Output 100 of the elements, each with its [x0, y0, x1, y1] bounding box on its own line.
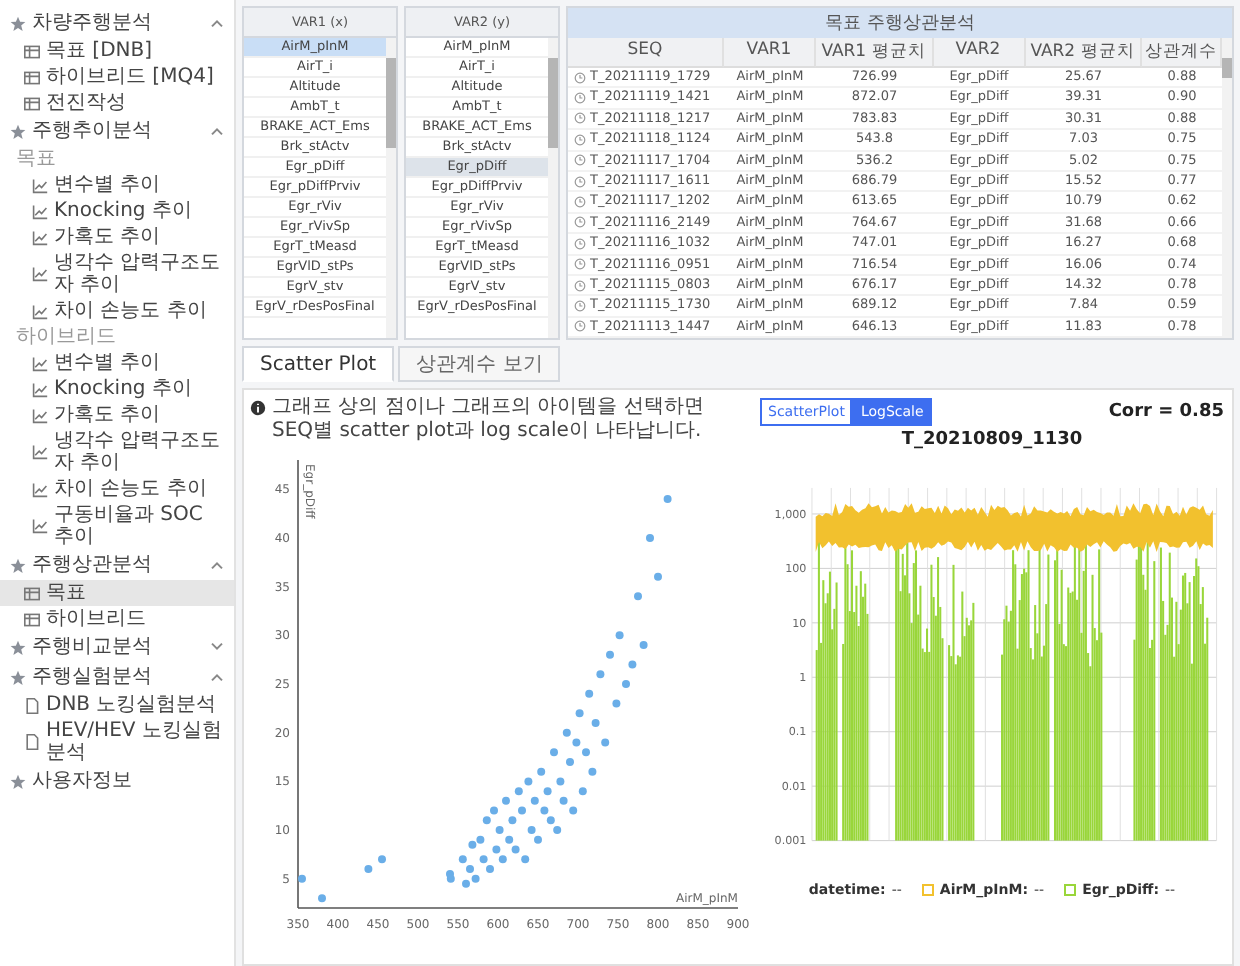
scatter-point[interactable] [492, 845, 501, 854]
sidebar-item[interactable]: 전진작성 [0, 90, 234, 116]
info-icon [250, 400, 266, 417]
scatter-point[interactable] [578, 787, 587, 796]
scatter-point[interactable] [486, 865, 494, 874]
scatter-point[interactable] [498, 855, 507, 864]
clock-icon [574, 196, 586, 209]
scatter-point[interactable] [663, 495, 672, 504]
sidebar-item[interactable]: 변수별 추이 [0, 350, 234, 376]
scatter-point[interactable] [634, 592, 642, 601]
scatter-point[interactable] [566, 758, 574, 767]
sidebar-item[interactable]: 가혹도 추이 [0, 224, 234, 250]
scatter-point[interactable] [495, 826, 504, 835]
tab[interactable]: 상관계수 보기 [398, 346, 561, 383]
scatter-point[interactable] [582, 748, 590, 757]
scatter-point[interactable] [508, 816, 517, 825]
scatter-point[interactable] [466, 865, 474, 874]
scatter-point[interactable] [462, 879, 470, 888]
scatter-point[interactable] [364, 865, 373, 874]
info-text: 그래프 상의 점이나 그래프의 아이템을 선택하면 SEQ별 scatter plot과 log scale이 나타납니다. [272, 396, 706, 445]
scatter-point[interactable] [446, 874, 455, 883]
scatter-point[interactable] [546, 816, 555, 825]
scatter-point[interactable] [553, 826, 562, 835]
scatter-point[interactable] [601, 738, 610, 747]
scatter-point[interactable] [471, 874, 480, 883]
sidebar-item[interactable]: 구동비율과 SOC 추이 [0, 502, 234, 550]
scatter-point[interactable] [518, 806, 526, 815]
sidebar-section[interactable]: 사용자정보 [0, 766, 234, 796]
table-icon [24, 95, 40, 111]
scatter-point[interactable] [562, 728, 571, 737]
scatter-point[interactable] [588, 767, 597, 776]
scatter-point[interactable] [585, 689, 594, 698]
scatter-point[interactable] [476, 836, 485, 844]
sidebar-item[interactable]: Knocking 추이 [0, 376, 234, 402]
clock-icon [574, 133, 586, 146]
scatter-point[interactable] [615, 631, 624, 640]
scatter-point[interactable] [654, 573, 662, 582]
sidebar-section[interactable]: 차량주행분석 [0, 8, 234, 38]
scatter-point[interactable] [550, 748, 558, 757]
scatter-point[interactable] [622, 680, 630, 689]
sidebar-item[interactable]: 변수별 추이 [0, 172, 234, 198]
clock-icon [574, 258, 586, 271]
correlation-value: Corr = 0.85 [1108, 402, 1224, 423]
sidebar-item[interactable]: 냉각수 압력구조도자 추이 [0, 428, 234, 476]
scatter-point[interactable] [639, 641, 648, 650]
scatter-point[interactable] [490, 806, 498, 815]
scatter-point[interactable] [572, 738, 581, 747]
scatter-point[interactable] [591, 719, 600, 728]
scatter-point[interactable] [505, 836, 514, 844]
sidebar-section[interactable]: 주행추이분석 [0, 116, 234, 146]
scatter-point[interactable] [527, 826, 536, 835]
scatter-point[interactable] [612, 699, 621, 708]
scatter-point[interactable] [575, 709, 584, 718]
scatter-point[interactable] [514, 787, 523, 796]
sidebar-item[interactable]: Knocking 추이 [0, 198, 234, 224]
scatter-point[interactable] [530, 797, 539, 806]
scatter-point[interactable] [458, 855, 467, 864]
scatter-point[interactable] [537, 767, 546, 776]
scrollbar[interactable] [548, 38, 558, 339]
scatter-point[interactable] [378, 855, 386, 864]
scatter-point[interactable] [521, 855, 530, 864]
scatter-point[interactable] [298, 874, 306, 883]
scatter-point[interactable] [543, 787, 552, 796]
scatter-point[interactable] [524, 777, 533, 786]
scatter-point[interactable] [569, 806, 578, 815]
scatter-point[interactable] [468, 840, 477, 849]
sidebar-item[interactable]: 하이브리드 [MQ4] [0, 64, 234, 90]
sidebar-item[interactable]: 목표 [0, 580, 234, 606]
sidebar-item[interactable]: HEV/HEV 노킹실험분석 [0, 718, 234, 766]
sidebar-section[interactable]: 주행실험분석 [0, 662, 234, 692]
table-icon [24, 585, 40, 601]
scatter-point[interactable] [482, 816, 491, 825]
column-header: VAR1 [724, 38, 816, 68]
scatter-point[interactable] [628, 660, 637, 669]
scatter-point[interactable] [511, 845, 520, 854]
scatter-point[interactable] [502, 797, 510, 806]
scatter-point[interactable] [596, 670, 605, 679]
scatter-point[interactable] [534, 836, 542, 844]
scatter-point[interactable] [318, 894, 326, 903]
sidebar-item[interactable]: 냉각수 압력구조도자 추이 [0, 250, 234, 298]
sidebar-section[interactable]: 주행상관분석 [0, 550, 234, 580]
sidebar-item[interactable]: DNB 노킹실험분석 [0, 692, 234, 718]
scatter-point[interactable] [646, 534, 654, 543]
scrollbar[interactable] [386, 38, 396, 339]
tab[interactable]: Scatter Plot [242, 346, 395, 383]
scatter-point[interactable] [479, 855, 488, 864]
chart-title: T_20210809_1130 [899, 430, 1085, 451]
sidebar-item[interactable]: 하이브리드 [0, 606, 234, 632]
sidebar-section[interactable]: 주행비교분석 [0, 632, 234, 662]
scatter-point[interactable] [540, 806, 549, 815]
scatter-point[interactable] [606, 650, 614, 659]
clock-icon [574, 175, 586, 188]
sidebar-item[interactable]: 목표 [DNB] [0, 38, 234, 64]
sidebar-item[interactable]: 차이 손능도 추이 [0, 298, 234, 324]
line-chart-icon [32, 444, 48, 460]
sidebar-item[interactable]: 가혹도 추이 [0, 402, 234, 428]
scrollbar[interactable] [1222, 38, 1232, 339]
scatter-point[interactable] [556, 777, 565, 786]
sidebar-item[interactable]: 차이 손능도 추이 [0, 476, 234, 502]
scatter-point[interactable] [559, 797, 568, 806]
